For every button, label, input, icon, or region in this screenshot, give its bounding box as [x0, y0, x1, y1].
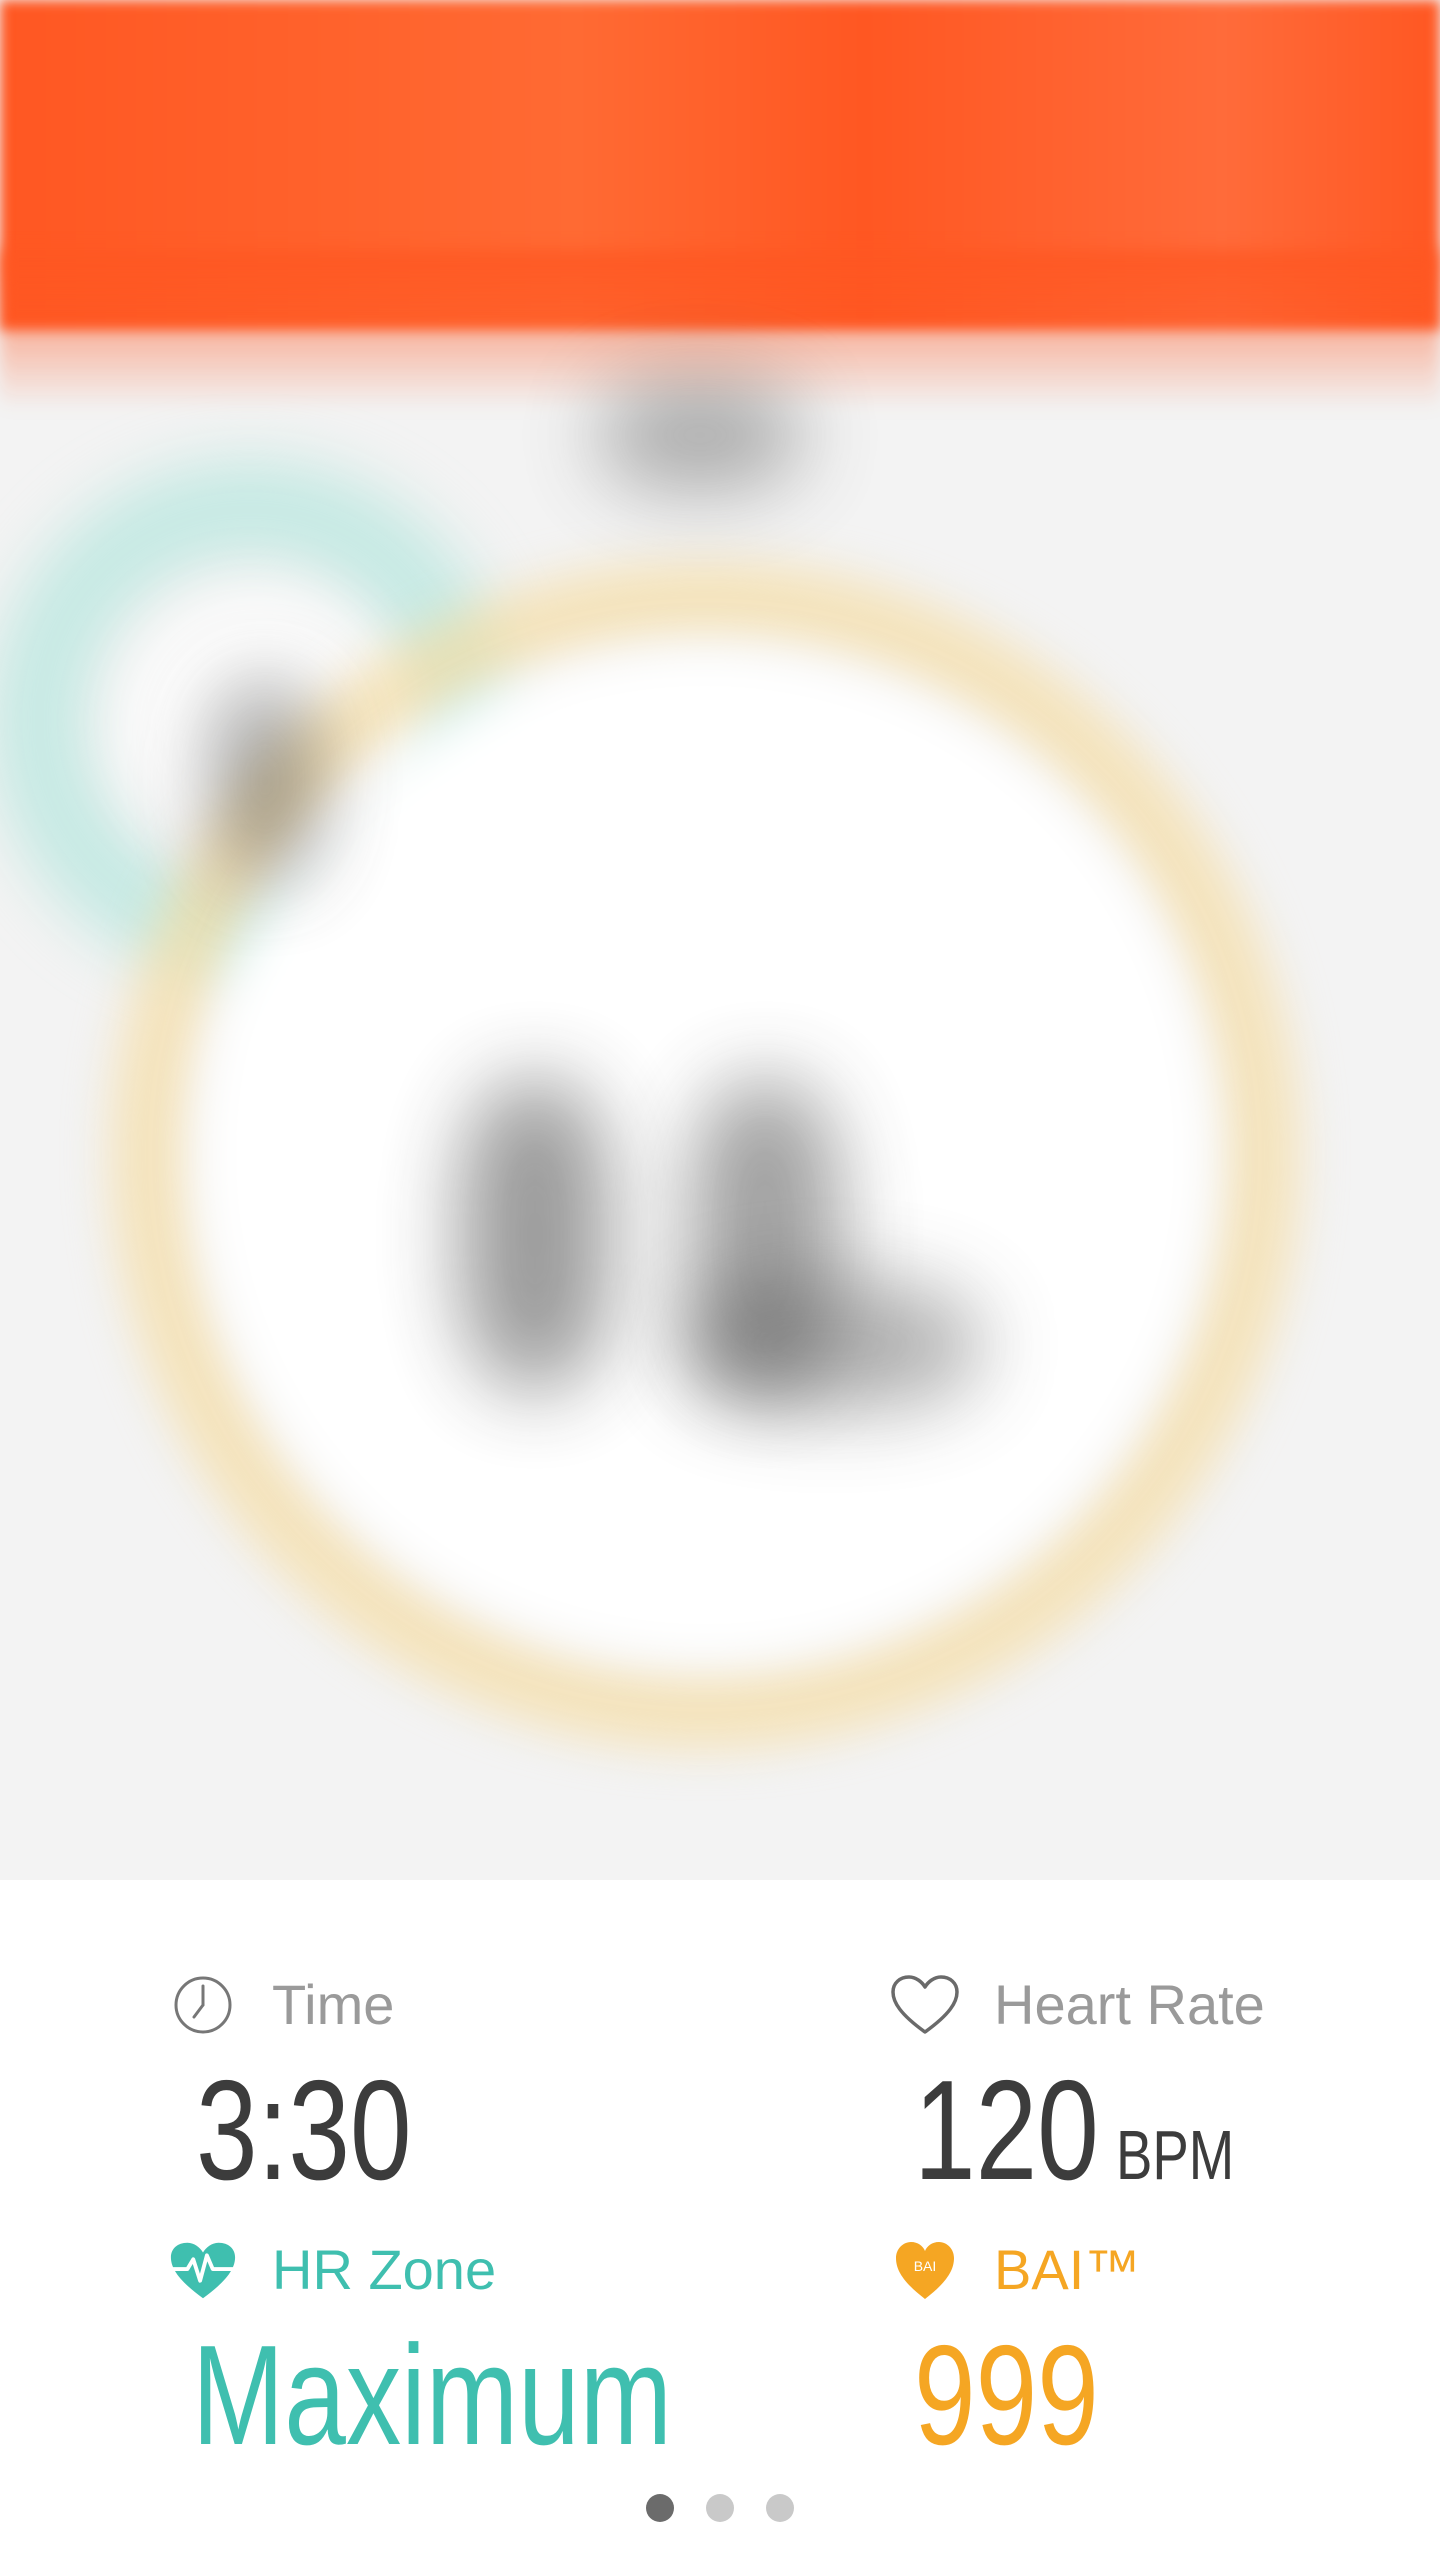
- blurred-digit: [460, 1080, 610, 1390]
- hr-zone-label: HR Zone: [272, 2238, 497, 2301]
- heart-rate-label: Heart Rate: [994, 1973, 1265, 2036]
- bai-value: 999: [914, 2316, 1099, 2475]
- heart-rate-value-group: 120 BPM: [914, 2060, 1234, 2202]
- workout-screen: Time 3:30 Heart Rate 120 BPM HR Zone Max…: [0, 0, 1440, 2560]
- clock-icon: [168, 1970, 238, 2040]
- blurred-unit: [680, 1280, 980, 1410]
- time-value: 3:30: [196, 2051, 412, 2210]
- page-dot-2[interactable]: [706, 2494, 734, 2522]
- bai-label: BAI™: [994, 2238, 1141, 2301]
- heart-outline-icon: [890, 1970, 960, 2040]
- bai-heart-icon: BAI: [890, 2235, 960, 2305]
- blurred-background: [0, 0, 1440, 1880]
- heart-rate-unit: BPM: [1115, 2116, 1235, 2194]
- page-dot-1[interactable]: [646, 2494, 674, 2522]
- blurred-icon: [210, 680, 320, 880]
- page-indicator: [0, 2494, 1440, 2522]
- bai-badge-text: BAI: [914, 2258, 937, 2274]
- blurred-label: [600, 380, 800, 490]
- hr-zone-value: Maximum: [192, 2316, 672, 2475]
- heart-pulse-icon: [168, 2235, 238, 2305]
- heart-rate-value: 120: [914, 2051, 1099, 2210]
- time-label: Time: [272, 1973, 395, 2036]
- page-dot-3[interactable]: [766, 2494, 794, 2522]
